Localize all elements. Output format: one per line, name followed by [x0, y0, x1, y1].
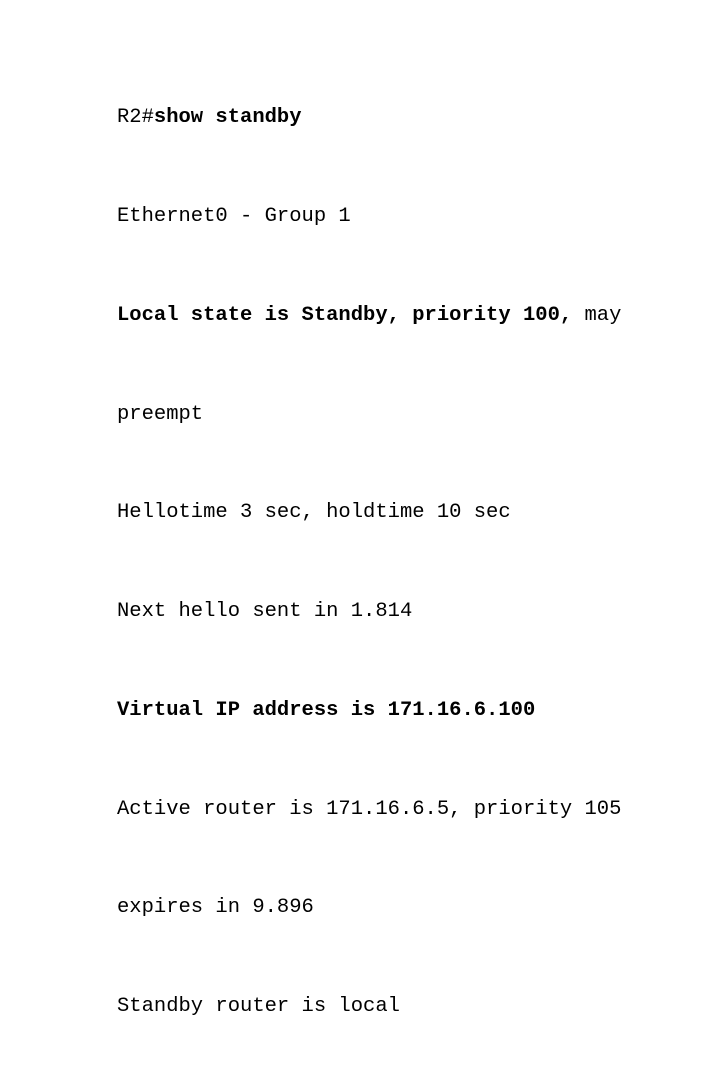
local-state-line: Local state is Standby, priority 100, ma…: [117, 304, 713, 329]
slide-canvas: R2#show standby Ethernet0 - Group 1 Loca…: [0, 0, 720, 1018]
active-router-text: Active router is 171.16.6.5, priority 10…: [117, 797, 622, 821]
expires-line: expires in 9.896: [117, 896, 713, 921]
interface-group-line: Ethernet0 - Group 1: [117, 205, 713, 230]
interface-group-text: Ethernet0 - Group 1: [117, 204, 351, 228]
local-state-text: Local state is Standby, priority 100,: [117, 303, 573, 327]
next-hello-text: Next hello sent in 1.814: [117, 600, 413, 624]
virtual-ip-line: Virtual IP address is 171.16.6.100: [117, 699, 713, 724]
expires-text: expires in 9.896: [117, 896, 314, 920]
console-output-block: R2#show standby Ethernet0 - Group 1 Loca…: [117, 32, 713, 1080]
next-hello-line: Next hello sent in 1.814: [117, 600, 713, 625]
active-router-line: Active router is 171.16.6.5, priority 10…: [117, 798, 713, 823]
preempt-text: preempt: [117, 402, 204, 426]
may-text: may: [572, 303, 622, 327]
command-text: show standby: [153, 106, 302, 130]
hellotime-line: Hellotime 3 sec, holdtime 10 sec: [117, 501, 713, 526]
standby-router-line: Standby router is local: [117, 995, 713, 1020]
standby-router-text: Standby router is local: [117, 995, 400, 1019]
virtual-ip-text: Virtual IP address is 171.16.6.100: [117, 698, 536, 722]
hellotime-text: Hellotime 3 sec, holdtime 10 sec: [117, 501, 511, 525]
preempt-line: preempt: [117, 403, 713, 428]
command-line: R2#show standby: [117, 106, 713, 131]
prompt-text: R2#: [117, 106, 154, 130]
